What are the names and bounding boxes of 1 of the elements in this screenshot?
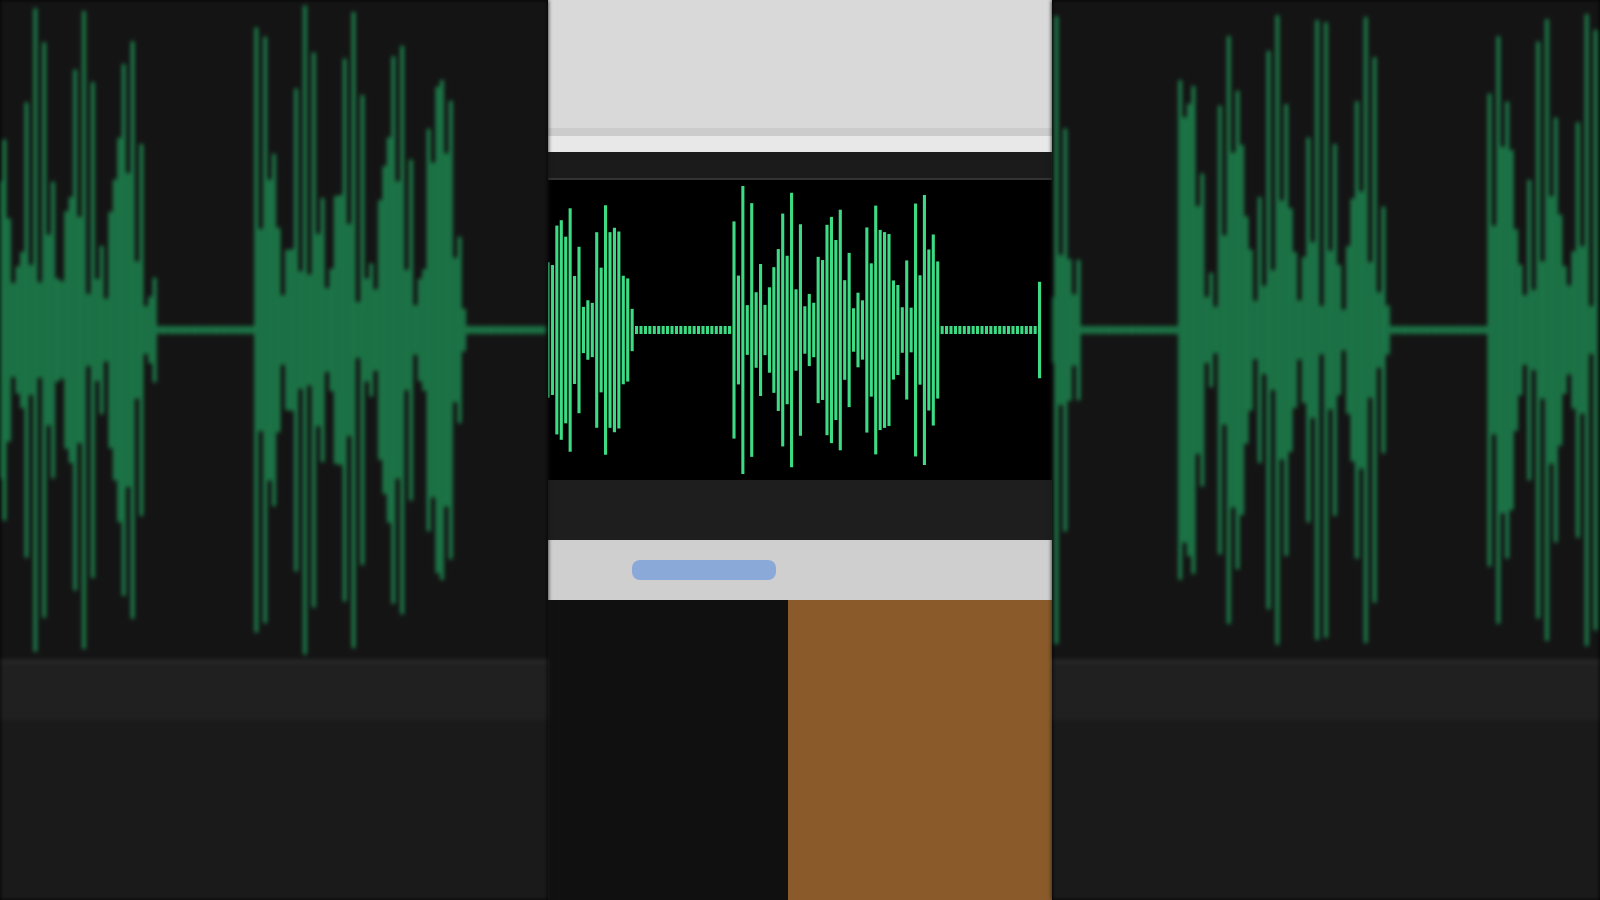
dock-drawing [632, 560, 776, 580]
